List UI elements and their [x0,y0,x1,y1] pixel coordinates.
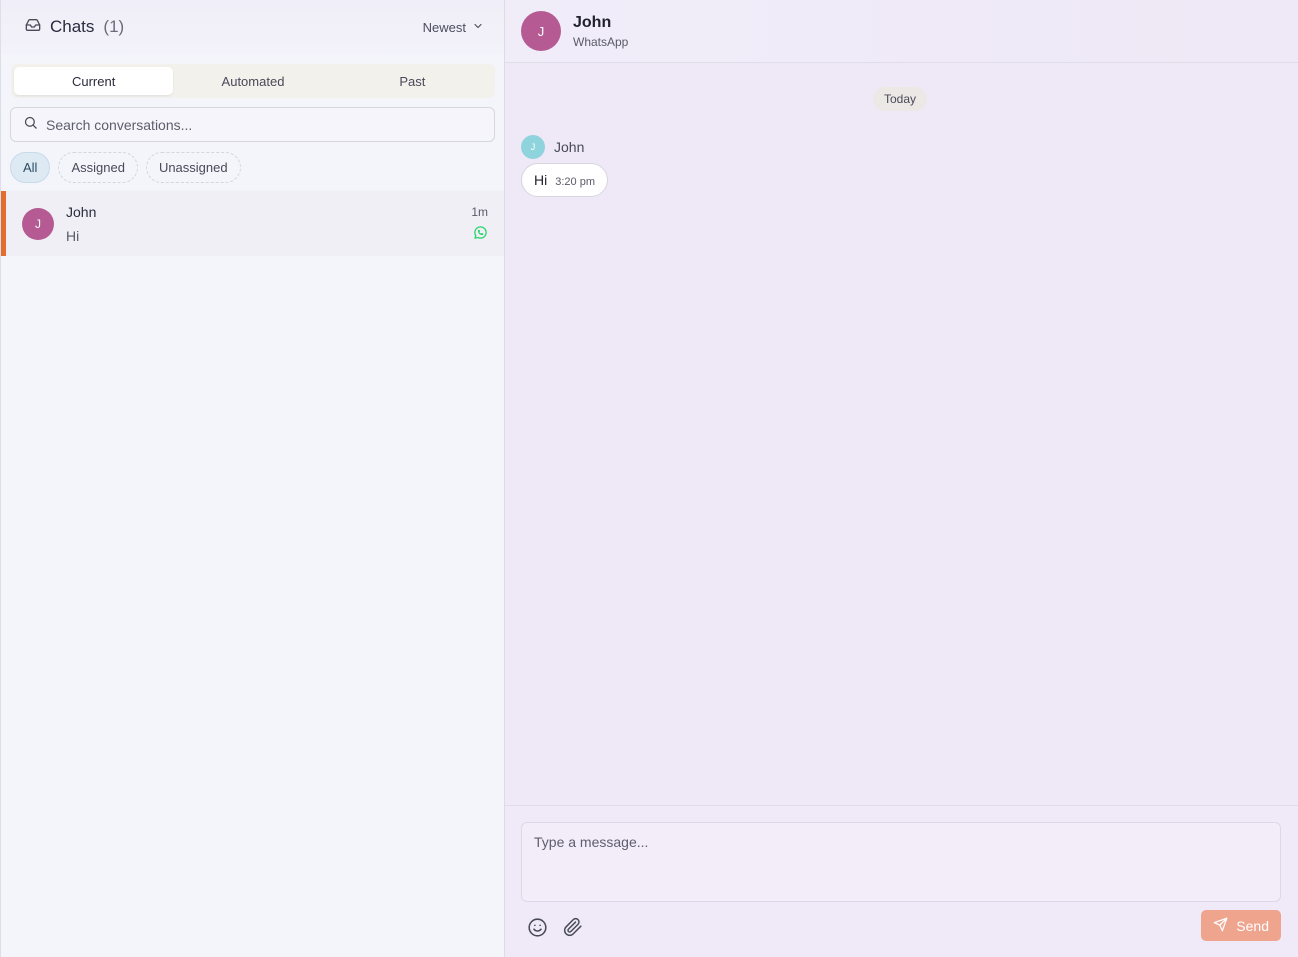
tab-current[interactable]: Current [14,67,174,95]
message-list: Today J John Hi 3:20 pm [505,63,1298,805]
message-time: 3:20 pm [555,176,595,188]
sender-avatar: J [521,135,545,159]
send-label: Send [1236,917,1269,934]
chat-sidebar: Chats (1) Newest Current Automated Past … [0,0,505,957]
day-separator: Today [873,87,928,111]
conversation-body: John Hi [66,204,504,244]
emoji-icon[interactable] [525,915,549,939]
message-composer: Send [505,805,1298,957]
conversation-name: John [66,203,97,220]
chat-panel: J John WhatsApp Today J John Hi 3:20 pm [505,0,1298,957]
send-button[interactable]: Send [1201,910,1281,941]
sort-label: Newest [422,19,466,35]
assignment-filters: All Assigned Unassigned [10,152,504,183]
chats-title: Chats [50,17,95,36]
whatsapp-icon [471,225,488,240]
search-bar [10,107,495,142]
avatar: J [22,207,54,240]
contact-channel: WhatsApp [573,34,629,49]
chevron-down-icon [472,20,484,35]
message-bubble: Hi 3:20 pm [521,163,608,197]
sort-dropdown[interactable]: Newest [423,20,484,35]
filter-all[interactable]: All [10,152,51,183]
conversation-meta: 1m [471,205,488,240]
sender-name: John [554,139,585,155]
conversation-preview: Hi [66,227,80,244]
contact-name: John [573,13,612,31]
filter-assigned[interactable]: Assigned [58,152,138,183]
contact-avatar: J [521,11,561,51]
message-input[interactable] [521,822,1281,902]
message-text: Hi [534,172,548,188]
sidebar-header: Chats (1) Newest [1,0,504,54]
conversation-item[interactable]: J John Hi 1m [1,191,504,256]
search-icon [23,115,38,135]
tab-automated[interactable]: Automated [173,67,332,95]
send-icon [1213,917,1228,935]
search-input[interactable] [46,116,482,133]
inbox-icon [25,17,41,38]
filter-unassigned[interactable]: Unassigned [145,152,241,183]
conversation-time: 1m [471,205,488,219]
sidebar-title: Chats (1) [25,17,124,38]
app: Chats (1) Newest Current Automated Past … [0,0,1298,957]
conversation-tabs: Current Automated Past [11,64,495,98]
contact-info: John WhatsApp [573,14,628,49]
message-sender: J John [521,135,584,159]
chat-header: J John WhatsApp [505,0,1298,63]
tab-past[interactable]: Past [333,67,492,95]
chats-count: (1) [103,17,125,36]
paperclip-icon[interactable] [561,915,585,939]
